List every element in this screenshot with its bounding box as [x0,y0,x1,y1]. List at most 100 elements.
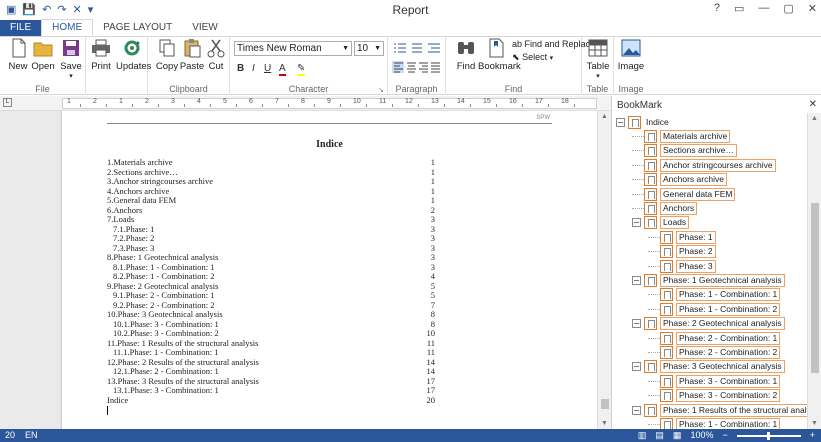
view-mode-icon[interactable]: ▥ [638,429,647,442]
scrollbar-thumb[interactable] [811,203,819,373]
font-size-select[interactable]: 10 ▼ [354,41,384,56]
collapse-icon[interactable]: − [632,319,641,329]
alignment-icons[interactable] [392,61,442,73]
bookmark-node[interactable]: Anchor stringcourses archive [632,158,776,172]
tab-view[interactable]: VIEW [182,20,228,36]
image-button[interactable]: Image [617,38,645,72]
view-mode-icon[interactable]: ▦ [673,429,682,442]
toc-entry-text: 10.2.Phase: 3 - Combination: 2 [113,328,219,338]
toc-entry[interactable]: 7.2.Phase: 23 [107,233,435,244]
bookmark-node[interactable]: − Phase: 2 Geotechnical analysis [632,317,785,331]
bookmark-node[interactable]: Materials archive [632,129,731,143]
bookmark-node[interactable]: Phase: 2 - Combination: 2 [648,345,781,359]
bookmark-node[interactable]: − Indice [616,115,671,129]
undo-icon[interactable]: ↶ [42,3,51,17]
redo-icon[interactable]: ↷ [57,3,66,17]
ruler-tick [392,104,393,107]
bookmark-node[interactable]: Phase: 1 - Combination: 1 [648,288,781,302]
toc-entry[interactable]: 5.General data FEM 1 [107,195,435,206]
customize-icon[interactable]: ▾ [88,3,94,17]
document-scrollbar[interactable]: ▲ ▼ [597,111,611,429]
highlight-button[interactable]: ✎ [297,63,306,76]
list-icons[interactable] [392,42,442,54]
ruler-tick [522,104,523,107]
collapse-icon[interactable]: − [632,275,641,285]
panel-scrollbar[interactable]: ▲ ▼ [807,113,821,429]
cut-button[interactable]: Cut [202,38,230,72]
zoom-out-button[interactable]: − [722,429,727,442]
bookmark-button[interactable]: Bookmark [478,38,521,72]
collapse-icon[interactable]: − [616,117,625,127]
bookmark-node[interactable]: − Loads [632,216,690,230]
zoom-slider-knob[interactable] [766,431,770,440]
collapse-icon[interactable]: − [632,362,641,372]
scroll-up-icon[interactable]: ▲ [601,113,608,120]
collapse-icon[interactable]: − [632,405,641,415]
view-mode-icon[interactable]: ▤ [655,429,664,442]
font-color-button[interactable]: A [279,63,286,76]
ruler-number: 6 [249,98,253,105]
ruler-number: 2 [93,98,97,105]
restore-ribbon-icon[interactable]: ▭ [734,2,744,15]
italic-button[interactable]: I [252,63,255,74]
bookmark-node[interactable]: − Phase: 1 Geotechnical analysis [632,273,785,287]
bookmark-node[interactable]: Phase: 1 [648,230,716,244]
scrollbar-thumb[interactable] [601,399,609,409]
bookmark-label: Phase: 2 - Combination: 2 [676,345,781,359]
bookmark-node[interactable]: Phase: 2 [648,245,716,259]
tab-home[interactable]: HOME [41,19,94,36]
document-page[interactable]: SPW Indice 1.Materials archive 1 2.Section… [62,111,597,429]
close-icon[interactable]: ✕ [808,2,817,15]
close-icon[interactable]: ✕ [73,3,82,17]
app-icon[interactable]: ▣ [6,3,16,17]
bookmark-node[interactable]: General data FEM [632,187,736,201]
zoom-slider[interactable] [736,431,801,440]
bookmark-panel: BookMark ✕ − Indice Materials archive Secti… [611,96,821,429]
table-button[interactable]: Table ▾ [584,38,612,80]
scroll-down-icon[interactable]: ▼ [601,420,608,427]
help-icon[interactable]: ? [714,2,720,15]
bookmark-node[interactable]: Anchors [632,201,698,215]
bookmark-node[interactable]: Phase: 3 - Combination: 2 [648,389,781,403]
language[interactable]: EN [25,429,38,442]
tab-file[interactable]: FILE [0,20,42,36]
tab-page-layout[interactable]: PAGE LAYOUT [93,20,182,36]
bookmark-node[interactable]: Phase: 1 - Combination: 1 [648,417,781,429]
toc-entry[interactable]: Indice 20 [107,395,435,406]
dialog-launcher-icon[interactable]: ↘ [378,86,384,94]
ruler-number: 11 [379,98,387,105]
print-button[interactable]: Print [87,38,115,72]
select-button[interactable]: ⬉ Select ▾ [512,52,553,63]
scroll-down-icon[interactable]: ▼ [811,420,818,427]
minimize-icon[interactable]: — [758,2,769,15]
bold-button[interactable]: B [237,63,244,74]
copy-button[interactable]: Copy [153,38,181,72]
save-button[interactable]: Save ▾ [57,38,85,80]
toc-entry[interactable]: 7.Loads 3 [107,214,435,225]
collapse-icon[interactable]: − [632,218,641,228]
tab-stop-selector-icon[interactable]: L [3,98,12,107]
font-name-select[interactable]: Times New Roman ▼ [234,41,352,56]
find-button[interactable]: Find [452,38,480,72]
horizontal-ruler[interactable]: 1 2 1 2 3 4 5 6 7 8 9 10 11 12 13 14 15 16 17 18 [62,98,597,109]
new-button[interactable]: New [4,38,32,72]
bookmark-node[interactable]: Phase: 3 - Combination: 1 [648,374,781,388]
underline-button[interactable]: U [264,63,271,74]
open-button[interactable]: Open [29,38,57,72]
scroll-up-icon[interactable]: ▲ [811,115,818,122]
toc-entry[interactable]: 13.1.Phase: 3 - Combination: 1 17 [107,385,435,396]
bookmark-node[interactable]: Sections archive… [632,144,737,158]
bookmark-node[interactable]: Phase: 2 - Combination: 1 [648,331,781,345]
zoom-in-button[interactable]: + [810,429,815,442]
close-icon[interactable]: ✕ [809,99,817,110]
updates-button[interactable]: Updates [116,38,151,72]
toc-entry[interactable]: 6.Anchors 2 [107,205,435,216]
bookmark-node[interactable]: − Phase: 1 Results of the structural anal… [632,403,808,417]
toc-entry[interactable]: 7.1.Phase: 13 [107,224,435,235]
save-icon[interactable]: 💾 [22,3,36,17]
bookmark-node[interactable]: Phase: 3 [648,259,716,273]
bookmark-node[interactable]: Anchors archive [632,173,727,187]
bookmark-node[interactable]: Phase: 1 - Combination: 2 [648,302,781,316]
bookmark-node[interactable]: − Phase: 3 Geotechnical analysis [632,360,785,374]
maximize-icon[interactable]: ▢ [783,2,793,15]
